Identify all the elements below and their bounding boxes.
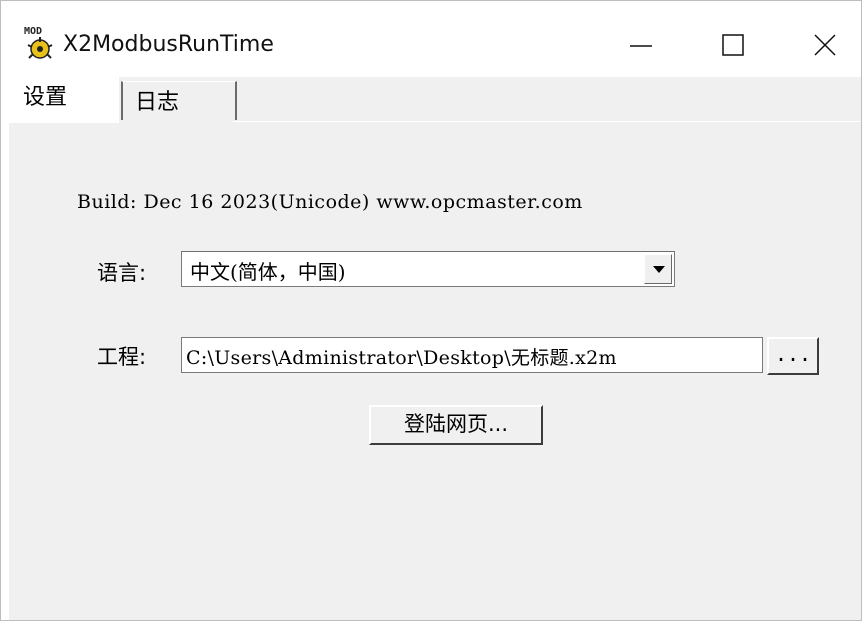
language-select[interactable]: 中文(简体，中国) [181, 251, 675, 287]
maximize-button[interactable] [713, 25, 753, 65]
tab-log-label: 日志 [135, 90, 180, 115]
close-button[interactable] [805, 25, 845, 65]
dropdown-arrow-icon [653, 266, 665, 273]
login-webpage-button[interactable]: 登陆网页... [369, 405, 543, 445]
tab-panel-border [233, 121, 861, 122]
language-dropdown-button[interactable] [644, 254, 672, 284]
tab-settings-label: 设置 [23, 85, 68, 110]
language-label: 语言: [97, 261, 147, 285]
build-info-text: Build: Dec 16 2023(Unicode) www.opcmaste… [77, 191, 583, 213]
minimize-button[interactable] [621, 25, 661, 65]
tab-log[interactable]: 日志 [121, 81, 237, 120]
project-path-value: C:\Users\Administrator\Desktop\无标题.x2m [186, 347, 617, 369]
language-select-value: 中文(简体，中国) [190, 260, 346, 284]
window-title: X2ModbusRunTime [63, 32, 274, 57]
app-window: MOD X2ModbusRunTime 设置 日志 Build: Dec 16 … [0, 0, 862, 621]
close-icon [814, 34, 836, 56]
mod-app-icon: MOD [24, 26, 53, 59]
tab-settings[interactable]: 设置 [1, 77, 119, 125]
browse-button[interactable]: ... [767, 337, 819, 375]
project-label: 工程: [97, 345, 147, 369]
minimize-icon [630, 45, 652, 47]
icon-badge-text: MOD [24, 26, 42, 37]
title-bar[interactable]: MOD X2ModbusRunTime [1, 1, 861, 77]
project-path-input[interactable]: C:\Users\Administrator\Desktop\无标题.x2m [181, 337, 763, 373]
maximize-icon [722, 34, 744, 56]
